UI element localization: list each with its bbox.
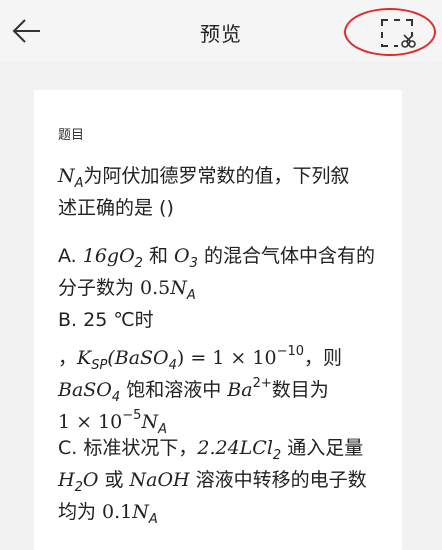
page-title: 预览 — [200, 22, 242, 46]
crop-scissors-icon — [381, 19, 416, 48]
option-b-line-3: BaSO4 饱和溶液中 Ba2+数目为 — [58, 376, 329, 405]
question-content: NA为阿伏加德罗常数的值，下列叙 述正确的是 () A. 16gO2 和 O3 … — [58, 160, 388, 528]
option-c-line-3: 均为 0.1NA — [58, 501, 158, 527]
option-a-line-2: 分子数为 0.5NA — [58, 277, 196, 303]
option-c-line-1: C. 标准状况下，2.24LCl2 通入足量 — [58, 437, 364, 463]
option-c-line-2: H2O 或 NaOH 溶液中转移的电子数 — [58, 469, 367, 495]
option-b-line-2: ，KSP(BaSO4) = 1 × 10−10，则 — [58, 344, 343, 373]
stem-line-2: 述正确的是 () — [58, 197, 174, 219]
crop-button[interactable] — [378, 16, 418, 50]
option-a-line-1: A. 16gO2 和 O3 的混合气体中含有的 — [58, 245, 375, 271]
option-b-line-1: B. 25 ℃时 — [58, 309, 154, 331]
option-b-line-4: 1 × 10−5NA — [58, 408, 167, 437]
top-bar: 预览 — [0, 0, 442, 62]
section-label: 题目 — [58, 128, 85, 143]
stem-line-1: NA为阿伏加德罗常数的值，下列叙 — [58, 165, 350, 191]
